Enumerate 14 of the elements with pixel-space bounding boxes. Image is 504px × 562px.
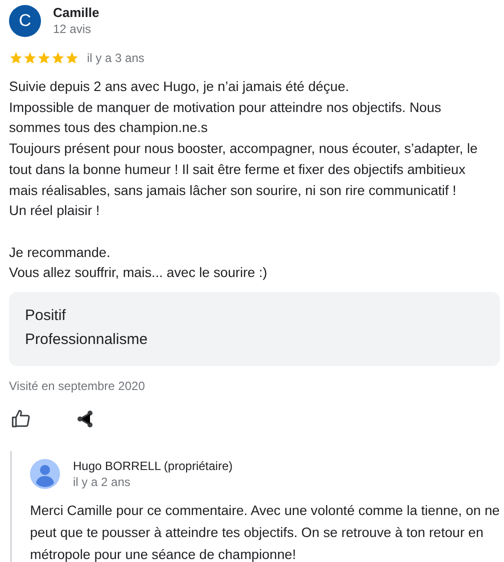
share-icon[interactable] bbox=[75, 409, 95, 430]
review-count: 12 avis bbox=[53, 21, 92, 37]
user-avatar[interactable]: C bbox=[9, 5, 41, 37]
thumbs-up-icon[interactable] bbox=[11, 409, 31, 430]
attribute-label: Professionnalisme bbox=[25, 330, 149, 350]
reviewer-name[interactable]: Camille bbox=[53, 5, 100, 21]
user-silhouette-icon bbox=[30, 459, 60, 490]
attribute-label: Positif bbox=[25, 306, 67, 326]
visit-date: Visité en septembre 2020 bbox=[9, 379, 146, 394]
review-date: il y a 3 ans bbox=[87, 51, 144, 65]
owner-name: Hugo BORRELL (propriétaire) bbox=[73, 458, 233, 474]
reply-date: il y a 2 ans bbox=[73, 474, 132, 490]
reply-text: Merci Camille pour ce commentaire. Avec une volonté comme la tienne, on ne peut que te pousser à atteindre tes objectifs. On se retrouve à ton retour en métropole pour une séance de championne! bbox=[30, 502, 500, 562]
review-text: Suivie depuis 2 ans avec Hugo, je n’ai jamais été déçue. Impossible de manquer de motivation pour atteindre nos objectifs. Nous sommes tous des champion.ne.s Toujours présent pour nous booster, accompagner, nous écouter, s’adapter, le tout dans la bonne humeur ! Il sait être ferme et fixer des objectifs ambitieux mais réalisables, sans jamais lâcher son sourire, ni son rire communicatif ! Un réel plaisir ! Je recommande. Vous allez souffrir, mais... avec le sourire :) bbox=[9, 78, 479, 282]
